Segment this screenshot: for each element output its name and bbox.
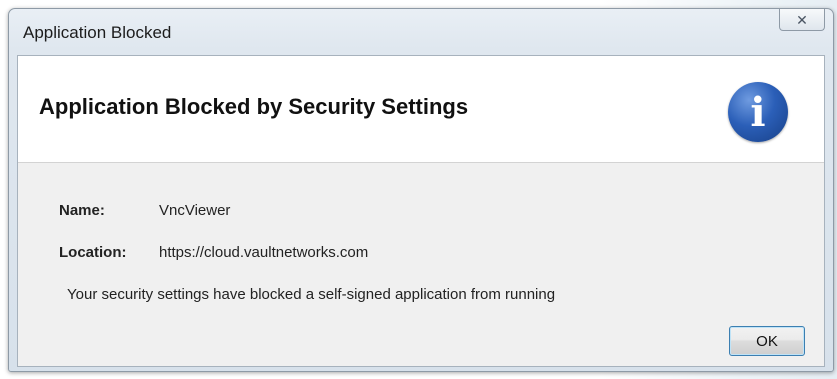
location-value: https://cloud.vaultnetworks.com [159, 244, 369, 261]
application-blocked-dialog: Application Blocked ✕ Application Blocke… [8, 8, 834, 372]
title-bar[interactable]: Application Blocked ✕ [9, 9, 833, 55]
close-button[interactable]: ✕ [779, 9, 825, 31]
window-title: Application Blocked [23, 23, 172, 42]
dialog-heading: Application Blocked by Security Settings [39, 94, 469, 119]
close-icon: ✕ [796, 11, 808, 28]
name-value: VncViewer [159, 202, 231, 219]
info-icon: i [728, 82, 788, 142]
dialog-content: Application Blocked by Security Settings… [17, 55, 825, 367]
dialog-header: Application Blocked by Security Settings… [18, 56, 824, 163]
name-label: Name: [59, 202, 105, 219]
info-glyph: i [750, 89, 766, 136]
blocked-message: Your security settings have blocked a se… [67, 286, 556, 303]
ok-button[interactable]: OK [729, 326, 805, 356]
location-label: Location: [59, 244, 127, 261]
